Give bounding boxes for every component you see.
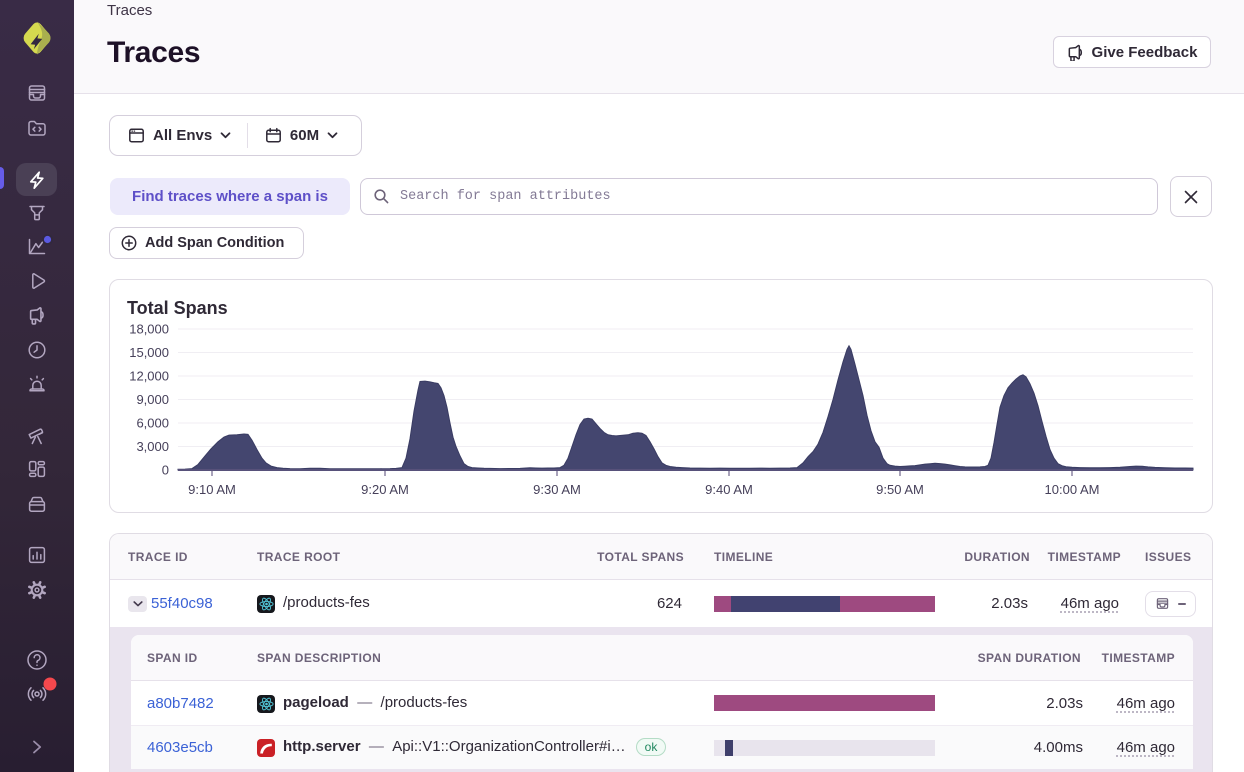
svg-text:9:10 AM: 9:10 AM [188, 482, 236, 497]
svg-text:9:40 AM: 9:40 AM [705, 482, 753, 497]
svg-text:3,000: 3,000 [136, 439, 169, 454]
svg-text:9:50 AM: 9:50 AM [876, 482, 924, 497]
svg-text:6,000: 6,000 [136, 416, 169, 431]
svg-text:10:00 AM: 10:00 AM [1045, 482, 1100, 497]
svg-text:9:30 AM: 9:30 AM [533, 482, 581, 497]
svg-text:15,000: 15,000 [129, 345, 169, 360]
svg-text:9:20 AM: 9:20 AM [361, 482, 409, 497]
svg-text:9,000: 9,000 [136, 392, 169, 407]
svg-text:0: 0 [162, 463, 169, 478]
svg-text:18,000: 18,000 [129, 322, 169, 337]
svg-text:12,000: 12,000 [129, 369, 169, 384]
